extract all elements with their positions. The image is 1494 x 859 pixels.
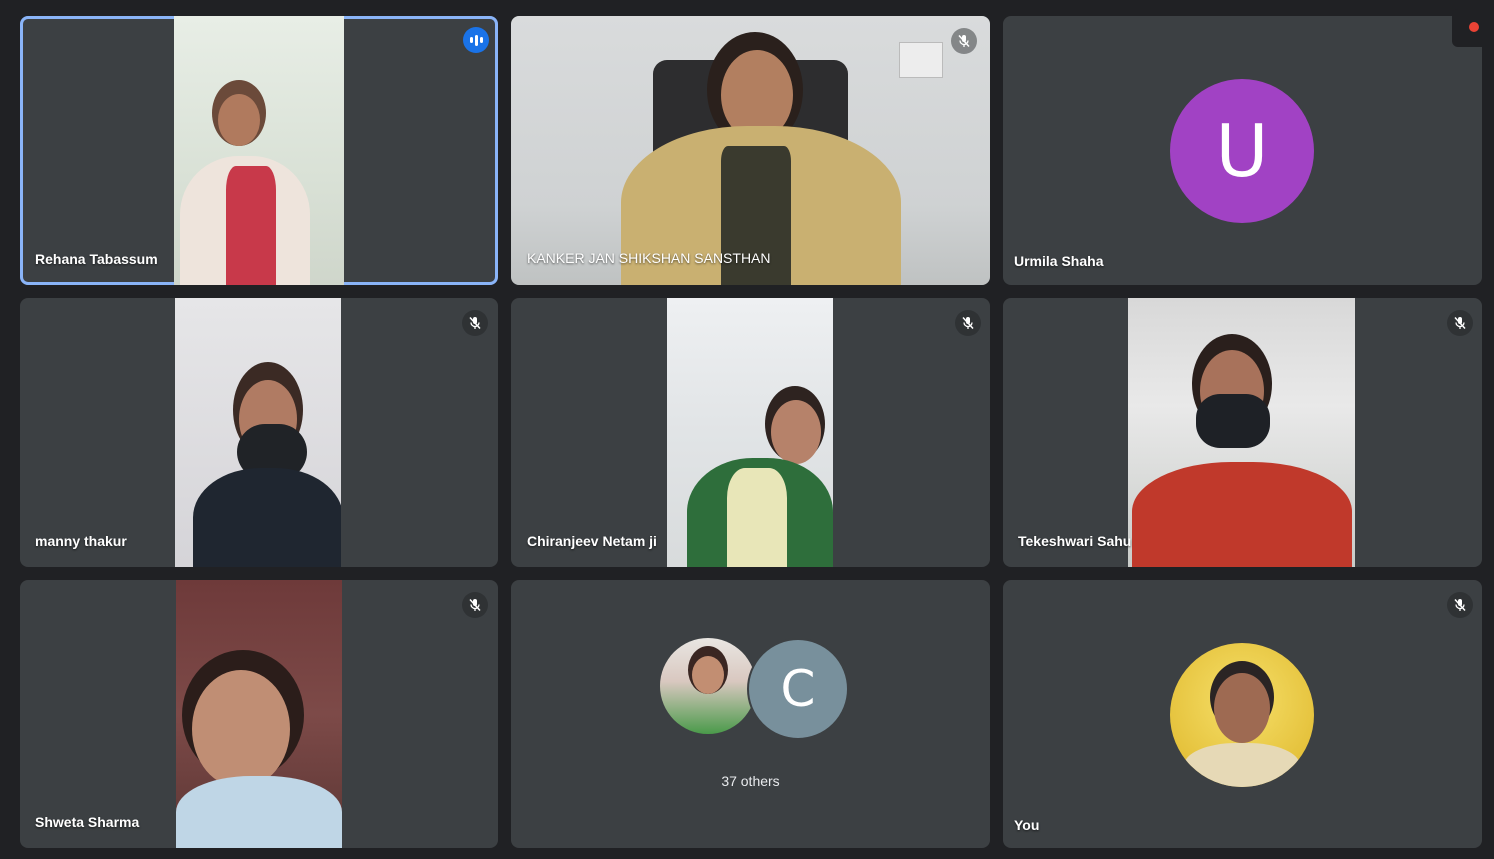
participant-video bbox=[511, 16, 990, 285]
participant-name: Chiranjeev Netam ji bbox=[527, 533, 657, 549]
avatar bbox=[1170, 643, 1314, 787]
speaking-indicator-icon bbox=[463, 27, 489, 53]
participant-tile-rehana[interactable]: Rehana Tabassum bbox=[20, 16, 498, 285]
mic-off-icon bbox=[462, 592, 488, 618]
participant-tile-tekeshwari[interactable]: Tekeshwari Sahu bbox=[1003, 298, 1482, 567]
participant-name: Shweta Sharma bbox=[35, 814, 140, 830]
participant-name: Urmila Shaha bbox=[1014, 253, 1104, 269]
others-tile[interactable]: C 37 others bbox=[511, 580, 990, 848]
participant-video bbox=[174, 16, 344, 285]
participant-video bbox=[175, 298, 341, 567]
participant-name: You bbox=[1014, 817, 1040, 833]
participant-name: manny thakur bbox=[35, 533, 127, 549]
participant-tile-shweta[interactable]: Shweta Sharma bbox=[20, 580, 498, 848]
mic-off-icon bbox=[1447, 310, 1473, 336]
participant-tile-urmila[interactable]: U Urmila Shaha bbox=[1003, 16, 1482, 285]
participant-video bbox=[667, 298, 833, 567]
mic-off-icon bbox=[462, 310, 488, 336]
participant-video bbox=[1128, 298, 1355, 567]
mic-off-icon bbox=[951, 28, 977, 54]
avatar: C bbox=[747, 638, 849, 740]
mic-off-icon bbox=[1447, 592, 1473, 618]
participant-tile-manny[interactable]: manny thakur bbox=[20, 298, 498, 567]
mic-off-icon bbox=[955, 310, 981, 336]
participant-name: Rehana Tabassum bbox=[35, 251, 158, 267]
others-count: 37 others bbox=[721, 773, 780, 789]
participant-name: KANKER JAN SHIKSHAN SANSTHAN bbox=[527, 250, 771, 266]
avatar bbox=[660, 638, 756, 734]
recording-indicator[interactable] bbox=[1452, 9, 1494, 47]
participant-tile-chiranjeev[interactable]: Chiranjeev Netam ji bbox=[511, 298, 990, 567]
avatar: U bbox=[1170, 79, 1314, 223]
participant-tile-kanker[interactable]: KANKER JAN SHIKSHAN SANSTHAN bbox=[511, 16, 990, 285]
participant-tile-you[interactable]: You bbox=[1003, 580, 1482, 848]
recording-dot-icon bbox=[1469, 22, 1479, 32]
participant-video bbox=[176, 580, 342, 848]
participant-name: Tekeshwari Sahu bbox=[1018, 533, 1132, 549]
